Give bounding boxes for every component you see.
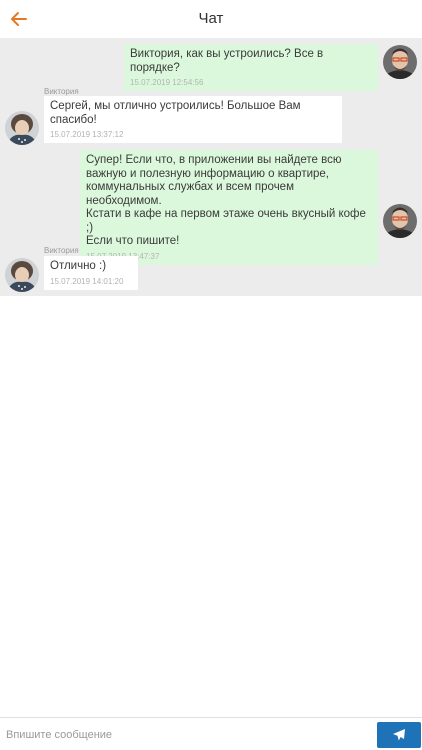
message-text-line: Кстати в кафе на первом этаже очень вкус… (86, 208, 366, 234)
avatar-sergey (383, 45, 417, 79)
paper-plane-icon (393, 729, 405, 741)
message-text-line: Сергей, мы отлично устроились! Большое В… (50, 100, 301, 112)
avatar-viktoria (5, 258, 39, 292)
message-text-line: Если что пишите! (86, 235, 180, 247)
message-text: Виктория, как вы устроились? Все в поряд… (130, 48, 324, 74)
message-composer (0, 717, 422, 750)
message-timestamp: 15.07.2019 12:54:56 (130, 78, 204, 87)
sender-name: Виктория (44, 246, 79, 255)
message-bubble-outgoing: Супер! Если что, в приложении вы найдете… (80, 150, 378, 265)
message-list: Виктория, как вы устроились? Все в поряд… (0, 38, 422, 296)
message-input[interactable] (6, 726, 366, 744)
message-text-line: важную и полезную информацию о квартире, (86, 167, 330, 180)
message-text-line: Супер! Если что, в приложении вы найдете… (86, 154, 342, 166)
message-text: Отлично :) (50, 260, 107, 272)
page-title: Чат (198, 10, 224, 27)
message-timestamp: 15.07.2019 13:37:12 (50, 130, 124, 139)
message-text-line: спасибо! (50, 113, 97, 126)
send-button[interactable] (377, 722, 421, 748)
message-bubble-incoming: Сергей, мы отлично устроились! Большое В… (44, 96, 342, 143)
avatar-viktoria (5, 111, 39, 145)
message-timestamp: 15.07.2019 14:01:20 (50, 276, 124, 286)
message-bubble-outgoing: Виктория, как вы устроились? Все в поряд… (124, 44, 378, 91)
message-text-line: коммунальных службах и всем прочем необх… (86, 181, 294, 207)
avatar-sergey (383, 204, 417, 238)
message-bubble-incoming: Отлично :) 15.07.2019 14:01:20 (44, 256, 138, 290)
sender-name: Виктория (44, 87, 79, 96)
app-header: Чат (0, 0, 422, 38)
